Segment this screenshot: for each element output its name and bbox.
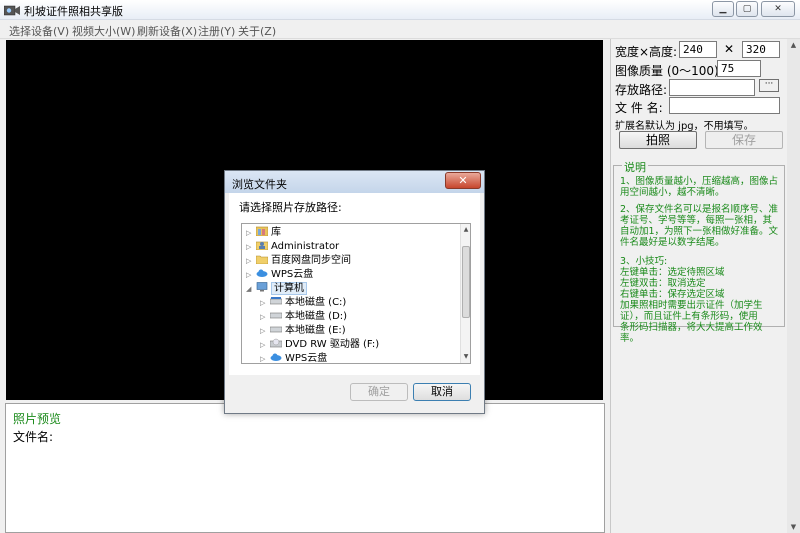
dialog-prompt: 请选择照片存放路径: <box>239 201 342 214</box>
width-input[interactable]: 240 <box>679 41 717 58</box>
tree-scroll-up-icon[interactable]: ▲ <box>461 224 470 236</box>
tree-item-wps-cloud[interactable]: ▷ WPS云盘 <box>246 268 313 281</box>
height-input[interactable]: 320 <box>742 41 780 58</box>
dialog-title-bar: 浏览文件夹 ✕ <box>225 171 484 193</box>
menu-select-device[interactable]: 选择设备(V) <box>9 23 69 39</box>
menu-bar: 选择设备(V) 视频大小(W) 刷新设备(X) 注册(Y) 关于(Z) <box>0 21 800 39</box>
settings-panel: 宽度×高度: 240 ✕ 320 图像质量 (0～100): 75 存放路径: … <box>610 39 788 533</box>
window-title: 利坡证件照相共享版 <box>24 5 123 18</box>
expand-icon[interactable]: ▷ <box>246 227 256 240</box>
scroll-up-icon[interactable]: ▲ <box>787 39 800 51</box>
dialog-close-button[interactable]: ✕ <box>445 172 481 189</box>
collapse-icon[interactable]: ◢ <box>246 283 256 296</box>
tree-item-library[interactable]: ▷ 库 <box>246 226 281 239</box>
menu-video-size[interactable]: 视频大小(W) <box>72 23 135 39</box>
dialog-body: 请选择照片存放路径: ▷ 库 ▷ Administrator ▷ 百度网盘同步空间 ▷… <box>229 193 480 409</box>
photo-preview-panel: 照片预览 文件名: <box>5 403 605 533</box>
browse-button[interactable]: ··· <box>759 79 779 92</box>
dialog-button-bar: 确定 取消 <box>229 375 480 409</box>
expand-icon[interactable]: ▷ <box>260 325 270 338</box>
title-bar: 利坡证件照相共享版 ▁ ▢ ✕ <box>0 0 800 20</box>
computer-icon <box>256 282 268 292</box>
instructions-box: 说明 1、图像质量越小，压缩越高，图像占 用空间越小，越不清晰。 2、保存文件名可… <box>613 159 785 344</box>
folder-tree[interactable]: ▷ 库 ▷ Administrator ▷ 百度网盘同步空间 ▷ WPS云盘 ◢ 计算机 … <box>241 223 471 364</box>
expand-icon[interactable]: ▷ <box>246 269 256 282</box>
note-tips: 3、小技巧: 左键单击：选定待照区域 左键双击：取消选定 右键单击：保存选定区域… <box>620 256 763 344</box>
dvd-drive-icon <box>270 338 282 348</box>
drive-icon <box>270 326 282 333</box>
note-quality: 1、图像质量越小，压缩越高，图像占 用空间越小，越不清晰。 <box>620 176 779 198</box>
extension-note: 扩展名默认为 jpg，不用填写。 <box>615 121 754 132</box>
expand-icon[interactable]: ▷ <box>246 255 256 268</box>
ok-button[interactable]: 确定 <box>350 383 408 401</box>
expand-icon[interactable]: ▷ <box>260 311 270 324</box>
save-button[interactable]: 保存 <box>705 131 783 149</box>
filename-label: 文 件 名: <box>615 101 663 115</box>
drive-icon <box>270 297 282 305</box>
tree-item-administrator[interactable]: ▷ Administrator <box>246 240 339 253</box>
note-filename: 2、保存文件名可以是报名顺序号、准 考证号、学号等等，每照一张相，其 自动加1，为照… <box>620 204 779 248</box>
tree-item-drive-e[interactable]: ▷ 本地磁盘 (E:) <box>260 324 346 337</box>
tree-item-drive-c[interactable]: ▷ 本地磁盘 (C:) <box>260 296 346 309</box>
maximize-button[interactable]: ▢ <box>736 1 758 17</box>
library-icon <box>256 226 268 236</box>
instructions-legend: 说明 <box>622 159 648 175</box>
close-button[interactable]: ✕ <box>761 1 795 17</box>
preview-filename-label: 文件名: <box>13 430 54 444</box>
menu-about[interactable]: 关于(Z) <box>238 23 276 39</box>
tree-scrollbar[interactable]: ▲ ▼ <box>460 224 470 363</box>
expand-icon[interactable]: ▷ <box>260 353 270 363</box>
path-label: 存放路径: <box>615 83 668 97</box>
size-label: 宽度×高度: <box>615 45 678 59</box>
cloud-icon <box>270 353 282 361</box>
expand-icon[interactable]: ▷ <box>260 297 270 310</box>
vertical-scrollbar[interactable]: ▲ ▼ <box>787 39 800 533</box>
minimize-button[interactable]: ▁ <box>712 1 734 17</box>
scroll-down-icon[interactable]: ▼ <box>787 521 800 533</box>
tree-item-wps-cloud-2[interactable]: ▷ WPS云盘 <box>260 352 327 363</box>
camera-app-icon <box>4 5 20 16</box>
expand-icon[interactable]: ▷ <box>260 339 270 352</box>
tree-scroll-down-icon[interactable]: ▼ <box>461 351 470 363</box>
user-folder-icon <box>256 241 268 250</box>
quality-label: 图像质量 (0～100): <box>615 64 723 78</box>
filename-input[interactable] <box>669 97 780 114</box>
dialog-title: 浏览文件夹 <box>232 178 287 191</box>
menu-register[interactable]: 注册(Y) <box>198 23 235 39</box>
path-input[interactable] <box>669 79 755 96</box>
times-sign: ✕ <box>724 42 735 56</box>
tree-item-dvd-drive[interactable]: ▷ DVD RW 驱动器 (F:) <box>260 338 379 351</box>
menu-refresh-device[interactable]: 刷新设备(X) <box>137 23 197 39</box>
capture-button[interactable]: 拍照 <box>619 131 697 149</box>
tree-item-computer[interactable]: ◢ 计算机 <box>246 282 307 295</box>
tree-item-baidu-sync[interactable]: ▷ 百度网盘同步空间 <box>246 254 351 267</box>
quality-input[interactable]: 75 <box>717 60 761 77</box>
browse-folder-dialog: 浏览文件夹 ✕ 请选择照片存放路径: ▷ 库 ▷ Administrator ▷ 百度… <box>224 170 485 414</box>
folder-icon <box>256 255 268 264</box>
drive-icon <box>270 312 282 319</box>
tree-item-drive-d[interactable]: ▷ 本地磁盘 (D:) <box>260 310 347 323</box>
cloud-icon <box>256 269 268 277</box>
preview-title: 照片预览 <box>13 412 62 426</box>
tree-scroll-thumb[interactable] <box>462 246 470 318</box>
expand-icon[interactable]: ▷ <box>246 241 256 254</box>
cancel-button[interactable]: 取消 <box>413 383 471 401</box>
